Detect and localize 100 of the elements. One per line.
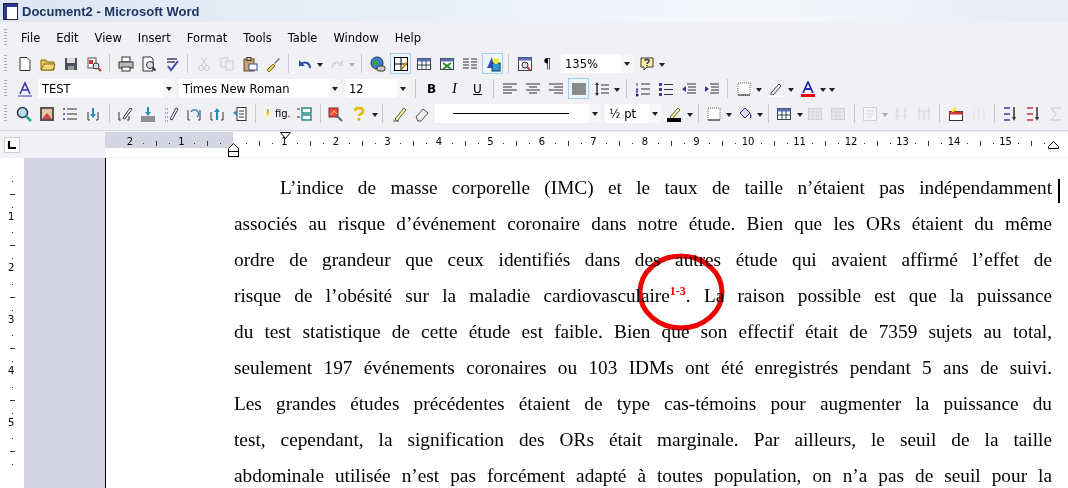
menu-item[interactable]: Window — [325, 31, 387, 45]
first-line-indent-marker[interactable] — [280, 132, 291, 139]
menu-item[interactable]: Format — [178, 31, 236, 45]
align-left-icon — [501, 80, 518, 97]
document-magnifier-icon — [85, 55, 102, 72]
dropdown-field[interactable]: 135% — [561, 54, 633, 73]
table-pencil-icon — [392, 55, 409, 72]
ruler-number: 4 — [435, 136, 443, 148]
sort-descending-icon — [1025, 105, 1042, 122]
toolbar-grip[interactable] — [4, 79, 7, 98]
ruler-number: 2 — [8, 263, 15, 273]
dropdown-field[interactable]: 12 — [345, 79, 409, 98]
text-box-icon — [861, 105, 878, 122]
window-title: Document2 - Microsoft Word — [22, 3, 200, 19]
toolbar-grip[interactable] — [4, 29, 7, 47]
copy-icon — [218, 55, 235, 72]
spreadsheet-icon — [438, 55, 455, 72]
ruler-number: 5 — [8, 417, 15, 428]
border-icon — [705, 105, 722, 122]
ruler-number: 2 — [332, 136, 340, 148]
menu-item[interactable]: Table — [279, 31, 326, 45]
toolbar-button[interactable] — [115, 53, 136, 74]
pencil-bracket-icon — [116, 105, 133, 122]
border-icon — [735, 80, 752, 97]
text-cursor — [1058, 179, 1060, 203]
picture-icon — [39, 105, 56, 122]
ruler-number: 1 — [178, 136, 185, 148]
pencil-list-icon — [162, 105, 179, 122]
pencil-icon — [390, 105, 407, 122]
menu-item[interactable]: File — [13, 31, 49, 45]
table-icon — [415, 55, 432, 72]
text-line: seulement 197 événements coronaires ou 103 IDMs ont été enregistrés pendant 5 ans de suivi. — [234, 356, 1052, 380]
text-line: L’indice de masse corporelle (IMC) et le taux de taille n’étaient pas indépendamment — [279, 176, 1052, 200]
toolbar-grip[interactable] — [4, 54, 7, 73]
text-line: abdominale utilisée n’est pas forcément adapté à toutes population, on n’a pas de seuil pour la — [234, 464, 1052, 488]
table-icon — [776, 105, 793, 122]
ruler-number: 5 — [487, 136, 494, 148]
align-right-icon — [547, 80, 564, 97]
columns-icon — [461, 55, 478, 72]
toolbar-button[interactable] — [482, 53, 503, 74]
line-spacing-icon — [593, 80, 610, 97]
ruler-number: 15 — [999, 136, 1012, 148]
tray-arrow-icon — [139, 105, 156, 122]
justify-icon — [570, 80, 587, 97]
clipboard-icon — [241, 55, 258, 72]
window-magnifier-icon — [516, 55, 533, 72]
left-indent-marker[interactable] — [228, 143, 239, 157]
menu-item[interactable]: Insert — [129, 31, 179, 45]
styles-icon — [16, 80, 33, 97]
printer-icon — [117, 55, 134, 72]
italic-button[interactable]: I — [444, 78, 465, 99]
ruler-number: 10 — [741, 136, 755, 148]
list-icon — [62, 105, 79, 122]
paintbrush-icon — [264, 55, 281, 72]
right-indent-marker[interactable] — [1048, 141, 1059, 149]
align-center-icon — [524, 80, 541, 97]
magnifier-icon — [16, 105, 33, 122]
dropdown-field[interactable]: TEST — [38, 79, 175, 98]
document-arrow-icon — [231, 105, 248, 122]
ruler-number: 12 — [844, 136, 858, 148]
ruler-number: 1 — [281, 136, 288, 148]
toolbar-button[interactable] — [390, 53, 411, 74]
dropdown-field[interactable]: Times New Roman — [179, 79, 341, 98]
ruler-number: 3 — [8, 314, 15, 325]
numbered-boxes-icon — [296, 105, 313, 122]
numbered-list-icon — [634, 80, 651, 97]
menu-item[interactable]: Help — [386, 31, 429, 45]
text-line: test, cependant, la signification des ORs était marginale. Par ailleurs, le seuil de la taille — [234, 428, 1052, 452]
sort-ascending-icon — [1002, 105, 1019, 122]
toolbar-grip[interactable] — [4, 104, 7, 123]
shapes-icon — [484, 55, 501, 72]
bulleted-list-icon — [657, 80, 674, 97]
menu-item[interactable]: View — [86, 31, 130, 45]
text-line: Les grandes études précédentes étaient de type cas-témoins pour augmenter la puissance du — [234, 392, 1052, 416]
page-magnifier-icon — [140, 55, 157, 72]
increase-indent-icon — [703, 80, 720, 97]
underline-button[interactable]: U — [467, 78, 488, 99]
text-line: associés au risque d’événement coronaire dans notre étude. Bien que les ORs étaient du même — [234, 212, 1052, 236]
chart-tool-icon — [328, 105, 345, 122]
line-style-dropdown[interactable] — [435, 104, 602, 123]
tab-selector-icon[interactable] — [4, 136, 20, 153]
dropdown-field[interactable]: ½ pt — [605, 104, 661, 123]
menu-item[interactable]: Edit — [48, 31, 87, 45]
table-grid-icon — [830, 105, 847, 122]
menu-item[interactable]: Tools — [235, 31, 280, 45]
font-color-icon — [799, 80, 816, 97]
ruler-number: 4 — [8, 366, 15, 376]
bold-button[interactable]: B — [421, 78, 442, 99]
bracket-arrow-icon — [85, 105, 102, 122]
pen-color-icon — [666, 105, 683, 122]
ruler-number: 13 — [896, 136, 909, 148]
ruler-number: 9 — [693, 136, 700, 148]
caption-button[interactable]: fig. — [261, 103, 292, 124]
ruler-number: 8 — [641, 136, 649, 148]
ruler-number: 11 — [793, 136, 806, 148]
formatting-marks-button[interactable]: ¶ — [537, 53, 558, 74]
globe-icon — [369, 55, 386, 72]
scissors-icon — [195, 55, 212, 72]
ruler-number: 1 — [8, 211, 15, 222]
toolbar-button[interactable] — [367, 53, 388, 74]
